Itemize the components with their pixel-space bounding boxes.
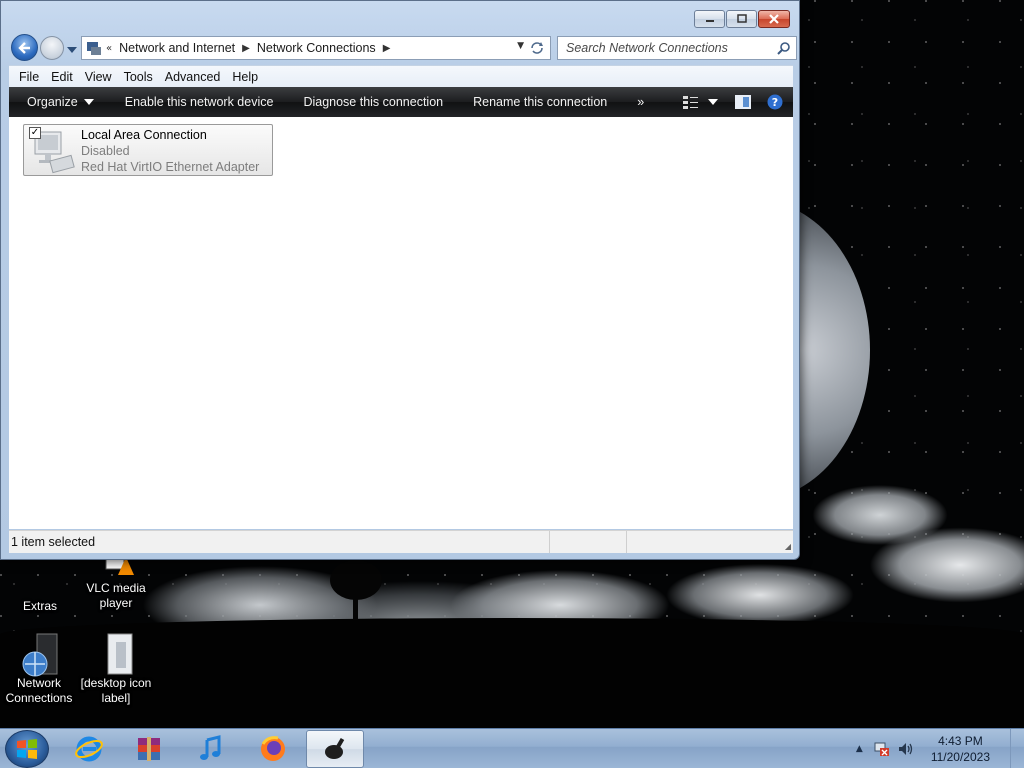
resize-grip-icon[interactable]: ◢: [785, 542, 791, 551]
desktop-icon-label: Extras: [22, 599, 57, 613]
desktop-icon-vlc[interactable]: VLC media player: [76, 554, 156, 611]
desktop-icon-label: [desktop icon label]: [80, 676, 152, 705]
address-dropdown-icon[interactable]: ▼: [517, 41, 524, 51]
forward-button[interactable]: [40, 36, 64, 60]
show-hidden-icons-button[interactable]: ▲: [856, 744, 863, 754]
command-bar: Organize Enable this network device Diag…: [9, 87, 793, 117]
chevron-down-icon: [67, 47, 77, 53]
close-button[interactable]: [758, 10, 790, 28]
arrow-left-icon: [17, 41, 30, 54]
taskbar-winrar[interactable]: [120, 730, 178, 768]
chevron-right-icon[interactable]: ▶: [239, 43, 253, 54]
document-icon: [96, 632, 136, 675]
show-desktop-button[interactable]: [1010, 729, 1024, 768]
maximize-icon: [736, 14, 747, 23]
menu-edit[interactable]: Edit: [45, 70, 79, 84]
chevron-down-icon: [83, 99, 94, 105]
ie-icon: [75, 736, 103, 762]
refresh-button[interactable]: [528, 39, 546, 60]
menu-tools[interactable]: Tools: [118, 70, 159, 84]
network-icon: [19, 632, 59, 677]
rename-connection-button[interactable]: Rename this connection: [458, 87, 622, 117]
preview-pane-button[interactable]: [735, 95, 751, 109]
search-box[interactable]: Search Network Connections: [557, 36, 797, 60]
tree-wallpaper: [330, 560, 382, 620]
chevron-down-icon: [708, 99, 718, 105]
winrar-icon: [138, 737, 160, 761]
volume-icon[interactable]: [897, 741, 915, 757]
taskbar-firefox[interactable]: [244, 730, 302, 768]
organize-label: Organize: [27, 95, 78, 109]
status-divider: [626, 531, 627, 553]
menu-advanced[interactable]: Advanced: [159, 70, 227, 84]
clock-date: 11/20/2023: [930, 750, 990, 764]
content-pane[interactable]: ✓ Local Area Connection Disabled Red Hat…: [9, 117, 793, 529]
network-folder-icon: [87, 42, 101, 55]
minimize-button[interactable]: [694, 10, 725, 28]
taskbar: ▲ 4:43 PM 11/20/2023: [0, 728, 1024, 768]
itunes-icon: [200, 735, 221, 760]
search-placeholder: Search Network Connections: [566, 41, 728, 55]
menu-bar: File Edit View Tools Advanced Help: [9, 65, 793, 87]
desktop-icon-document[interactable]: [desktop icon label]: [76, 632, 156, 706]
breadcrumb-network-and-internet[interactable]: Network and Internet: [115, 41, 239, 55]
firefox-icon: [261, 736, 285, 761]
maximize-button[interactable]: [726, 10, 757, 28]
status-divider: [549, 531, 550, 553]
clock-time: 4:43 PM: [938, 734, 983, 748]
desktop-icon-network-connections[interactable]: Network Connections: [0, 632, 79, 706]
start-button[interactable]: [5, 730, 49, 768]
clock[interactable]: 4:43 PM 11/20/2023: [931, 733, 990, 765]
desktop-icon-extras[interactable]: Extras: [0, 555, 80, 614]
close-icon: [769, 14, 779, 24]
more-commands-button[interactable]: »: [622, 87, 659, 117]
taskbar-itunes[interactable]: [182, 730, 240, 768]
connection-name: Local Area Connection: [81, 128, 207, 142]
folder-icon: [20, 555, 60, 595]
recent-pages-dropdown[interactable]: [67, 42, 77, 56]
navigation-bar: « Network and Internet ▶ Network Connect…: [9, 33, 797, 61]
local-area-connection-item[interactable]: ✓ Local Area Connection Disabled Red Hat…: [23, 124, 273, 176]
svg-text:?: ?: [772, 96, 778, 109]
back-button[interactable]: [11, 34, 38, 61]
status-text: 1 item selected: [11, 535, 96, 549]
network-connections-window[interactable]: « Network and Internet ▶ Network Connect…: [0, 0, 800, 560]
search-icon[interactable]: [777, 41, 791, 58]
help-button[interactable]: ?: [767, 94, 783, 110]
menu-view[interactable]: View: [79, 70, 118, 84]
diagnose-connection-button[interactable]: Diagnose this connection: [288, 87, 458, 117]
network-tray-icon[interactable]: [873, 741, 891, 757]
enabled-checkbox[interactable]: ✓: [29, 127, 41, 139]
view-options-icon: [683, 96, 698, 109]
preview-pane-icon: [735, 95, 751, 109]
help-icon: ?: [767, 94, 783, 110]
caption-buttons: [693, 10, 790, 28]
connection-status: Disabled: [81, 144, 130, 158]
address-bar[interactable]: « Network and Internet ▶ Network Connect…: [81, 36, 551, 60]
chevron-right-icon[interactable]: ▶: [380, 43, 394, 54]
minimize-icon: [705, 20, 714, 22]
organize-button[interactable]: Organize: [9, 87, 110, 117]
desktop-icon-label: Network Connections: [5, 676, 73, 705]
taskbar-network-connections[interactable]: [306, 730, 364, 768]
taskbar-internet-explorer[interactable]: [60, 730, 118, 768]
network-app-icon: [325, 737, 345, 759]
windows-logo-icon: [17, 739, 37, 759]
breadcrumb-network-connections[interactable]: Network Connections: [253, 41, 380, 55]
menu-file[interactable]: File: [13, 70, 45, 84]
menu-help[interactable]: Help: [226, 70, 264, 84]
desktop-icon-label: VLC media player: [86, 581, 146, 610]
change-view-button[interactable]: [683, 95, 719, 109]
refresh-icon: [531, 42, 543, 54]
system-tray: ▲ 4:43 PM 11/20/2023: [856, 729, 1024, 768]
status-bar: 1 item selected ◢: [9, 530, 793, 553]
connection-adapter: Red Hat VirtIO Ethernet Adapter: [81, 160, 260, 174]
chevron-double-left-icon[interactable]: «: [103, 43, 115, 54]
enable-network-device-button[interactable]: Enable this network device: [110, 87, 289, 117]
